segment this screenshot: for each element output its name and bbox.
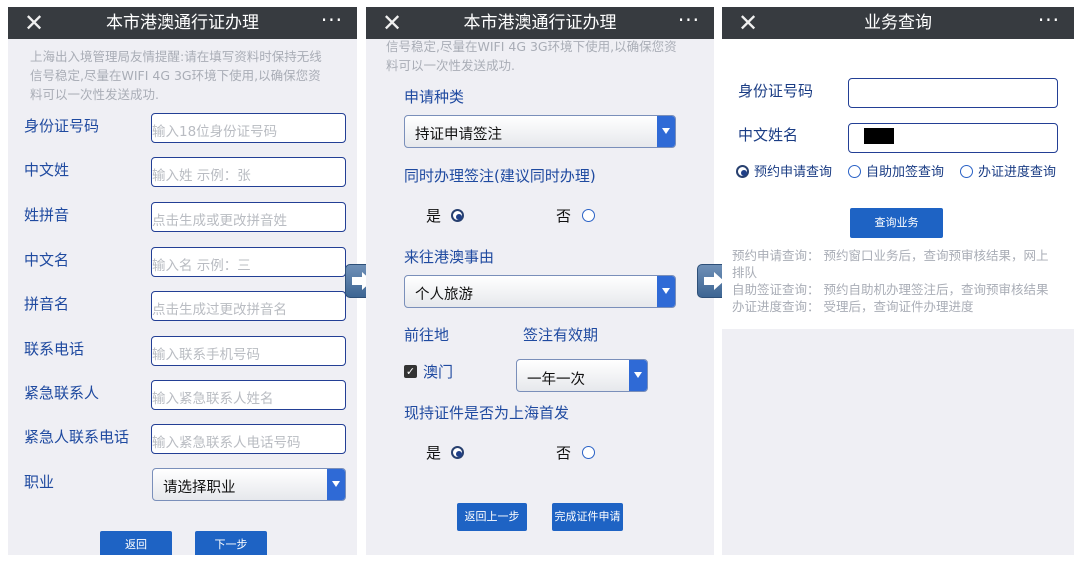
more-icon[interactable]: ··· — [321, 7, 343, 36]
help-text: 预约申请查询： 预约窗口业务后，查询预审核结果，网上 — [732, 248, 1049, 263]
apply-type-label: 申请种类 — [404, 88, 465, 106]
chinese-name-input[interactable] — [848, 123, 1058, 153]
placeholder: 点击生成或更改拼音姓 — [152, 213, 287, 229]
phone-label: 联系电话 — [24, 340, 85, 358]
no-label: 否 — [556, 444, 572, 462]
help-text: 办证进度查询： 受理后，查询证件办理进度 — [732, 299, 974, 314]
id-number-input[interactable]: 输入18位身份证号码 — [151, 113, 346, 143]
first-issue-label: 现持证件是否为上海首发 — [404, 404, 570, 422]
redaction-block — [864, 128, 894, 144]
phone-input[interactable]: 输入联系手机号码 — [151, 336, 346, 366]
progress-query-radio[interactable] — [960, 165, 973, 178]
given-name-pinyin-label: 拼音名 — [24, 295, 70, 313]
dropdown-arrow-icon — [657, 116, 675, 147]
placeholder: 输入18位身份证号码 — [152, 124, 278, 140]
macau-label: 澳门 — [423, 363, 454, 381]
yes-label: 是 — [426, 444, 442, 462]
placeholder: 输入名 示例：三 — [152, 258, 251, 274]
placeholder: 输入姓 示例：张 — [152, 168, 251, 184]
title-bar: ✕ 本市港澳通行证办理 ··· — [8, 7, 357, 39]
placeholder: 输入紧急联系人姓名 — [152, 391, 274, 407]
dropdown-arrow-icon — [657, 276, 675, 307]
more-icon[interactable]: ··· — [1038, 7, 1060, 36]
reason-select[interactable]: 个人旅游 — [404, 275, 676, 308]
first-issue-yes-radio[interactable] — [451, 446, 464, 459]
occupation-label: 职业 — [24, 473, 55, 491]
complete-application-button[interactable]: 完成证件申请 — [552, 503, 623, 531]
help-text: 自助签证查询： 预约自助机办理签注后，查询预审核结果 — [732, 282, 1049, 297]
placeholder: 输入联系手机号码 — [152, 347, 260, 363]
emergency-phone-input[interactable]: 输入紧急联系人电话号码 — [151, 424, 346, 454]
notice-text: 信号稳定,尽量在WIFI 4G 3G环境下使用,以确保您资 料可以一次性发送成功… — [386, 37, 677, 75]
previous-step-button[interactable]: 返回上一步 — [457, 503, 527, 531]
title-bar: ✕ 本市港澳通行证办理 ··· — [366, 7, 714, 39]
business-query-screen: ✕ 业务查询 ··· 身份证号码 中文姓名 预约申请查询 自助加签查询 办证进度… — [722, 7, 1074, 555]
selected-value: 请选择职业 — [163, 480, 236, 496]
no-label: 否 — [556, 207, 572, 225]
id-number-label: 身份证号码 — [738, 82, 814, 100]
surname-pinyin-label: 姓拼音 — [24, 206, 70, 224]
simultaneous-no-radio[interactable] — [582, 209, 595, 222]
notice-line: 信号稳定,尽量在WIFI 4G 3G环境下使用,以确保您资 — [386, 39, 677, 54]
placeholder: 点击生成过更改拼音名 — [152, 302, 287, 318]
surname-pinyin-input[interactable]: 点击生成或更改拼音姓 — [151, 202, 346, 232]
progress-query-label: 办证进度查询 — [978, 165, 1057, 180]
selected-value: 持证申请签注 — [415, 127, 502, 143]
validity-select[interactable]: 一年一次 — [516, 359, 648, 392]
placeholder: 输入紧急联系人电话号码 — [152, 435, 301, 451]
given-name-label: 中文名 — [24, 251, 70, 269]
chinese-name-label: 中文姓名 — [738, 126, 799, 144]
notice-line: 信号稳定,尽量在WIFI 4G 3G环境下使用,以确保您资 — [30, 68, 321, 83]
given-name-pinyin-input[interactable]: 点击生成过更改拼音名 — [151, 291, 346, 321]
page-title: 本市港澳通行证办理 — [106, 13, 259, 33]
emergency-contact-label: 紧急联系人 — [24, 384, 100, 402]
self-service-query-label: 自助加签查询 — [866, 165, 945, 180]
surname-label: 中文姓 — [24, 161, 70, 179]
form-screen-step2: ✕ 本市港澳通行证办理 ··· 信号稳定,尽量在WIFI 4G 3G环境下使用,… — [366, 7, 714, 555]
id-number-label: 身份证号码 — [24, 117, 100, 135]
simultaneous-yes-radio[interactable] — [451, 209, 464, 222]
page-title: 本市港澳通行证办理 — [463, 13, 617, 33]
page-title: 业务查询 — [864, 13, 932, 33]
selected-value: 一年一次 — [527, 372, 585, 388]
validity-label: 签注有效期 — [523, 326, 599, 344]
macau-checkbox[interactable]: ✓ — [404, 365, 417, 378]
reason-label: 来往港澳事由 — [404, 248, 495, 266]
yes-label: 是 — [426, 207, 442, 225]
appointment-query-radio[interactable] — [736, 165, 749, 178]
surname-input[interactable]: 输入姓 示例：张 — [151, 157, 346, 187]
emergency-contact-input[interactable]: 输入紧急联系人姓名 — [151, 380, 346, 410]
empty-area — [722, 329, 1074, 555]
self-service-query-radio[interactable] — [848, 165, 861, 178]
form-screen-step1: ✕ 本市港澳通行证办理 ··· 上海出入境管理局友情提醒:请在填写资料时保持无线… — [8, 7, 357, 555]
appointment-query-label: 预约申请查询 — [754, 165, 833, 180]
emergency-phone-label: 紧急人联系电话 — [24, 428, 130, 446]
back-button[interactable]: 返回 — [100, 531, 172, 555]
first-issue-no-radio[interactable] — [582, 446, 595, 459]
notice-line: 料可以一次性发送成功. — [30, 87, 159, 102]
id-number-input[interactable] — [848, 78, 1058, 108]
help-text: 排队 — [732, 265, 758, 280]
selected-value: 个人旅游 — [415, 287, 473, 303]
occupation-select[interactable]: 请选择职业 — [152, 468, 346, 501]
query-button[interactable]: 查询业务 — [850, 208, 943, 238]
apply-type-select[interactable]: 持证申请签注 — [404, 115, 676, 148]
notice-line: 料可以一次性发送成功. — [386, 58, 515, 73]
next-button[interactable]: 下一步 — [195, 531, 267, 555]
notice-line: 上海出入境管理局友情提醒:请在填写资料时保持无线 — [30, 49, 322, 64]
destination-label: 前往地 — [404, 326, 450, 344]
given-name-input[interactable]: 输入名 示例：三 — [151, 247, 346, 277]
more-icon[interactable]: ··· — [678, 7, 700, 36]
notice-text: 上海出入境管理局友情提醒:请在填写资料时保持无线 信号稳定,尽量在WIFI 4G… — [30, 47, 322, 104]
title-bar: ✕ 业务查询 ··· — [722, 7, 1074, 39]
simultaneous-visa-label: 同时办理签注(建议同时办理) — [404, 167, 596, 185]
dropdown-arrow-icon — [629, 360, 647, 391]
dropdown-arrow-icon — [327, 469, 345, 500]
